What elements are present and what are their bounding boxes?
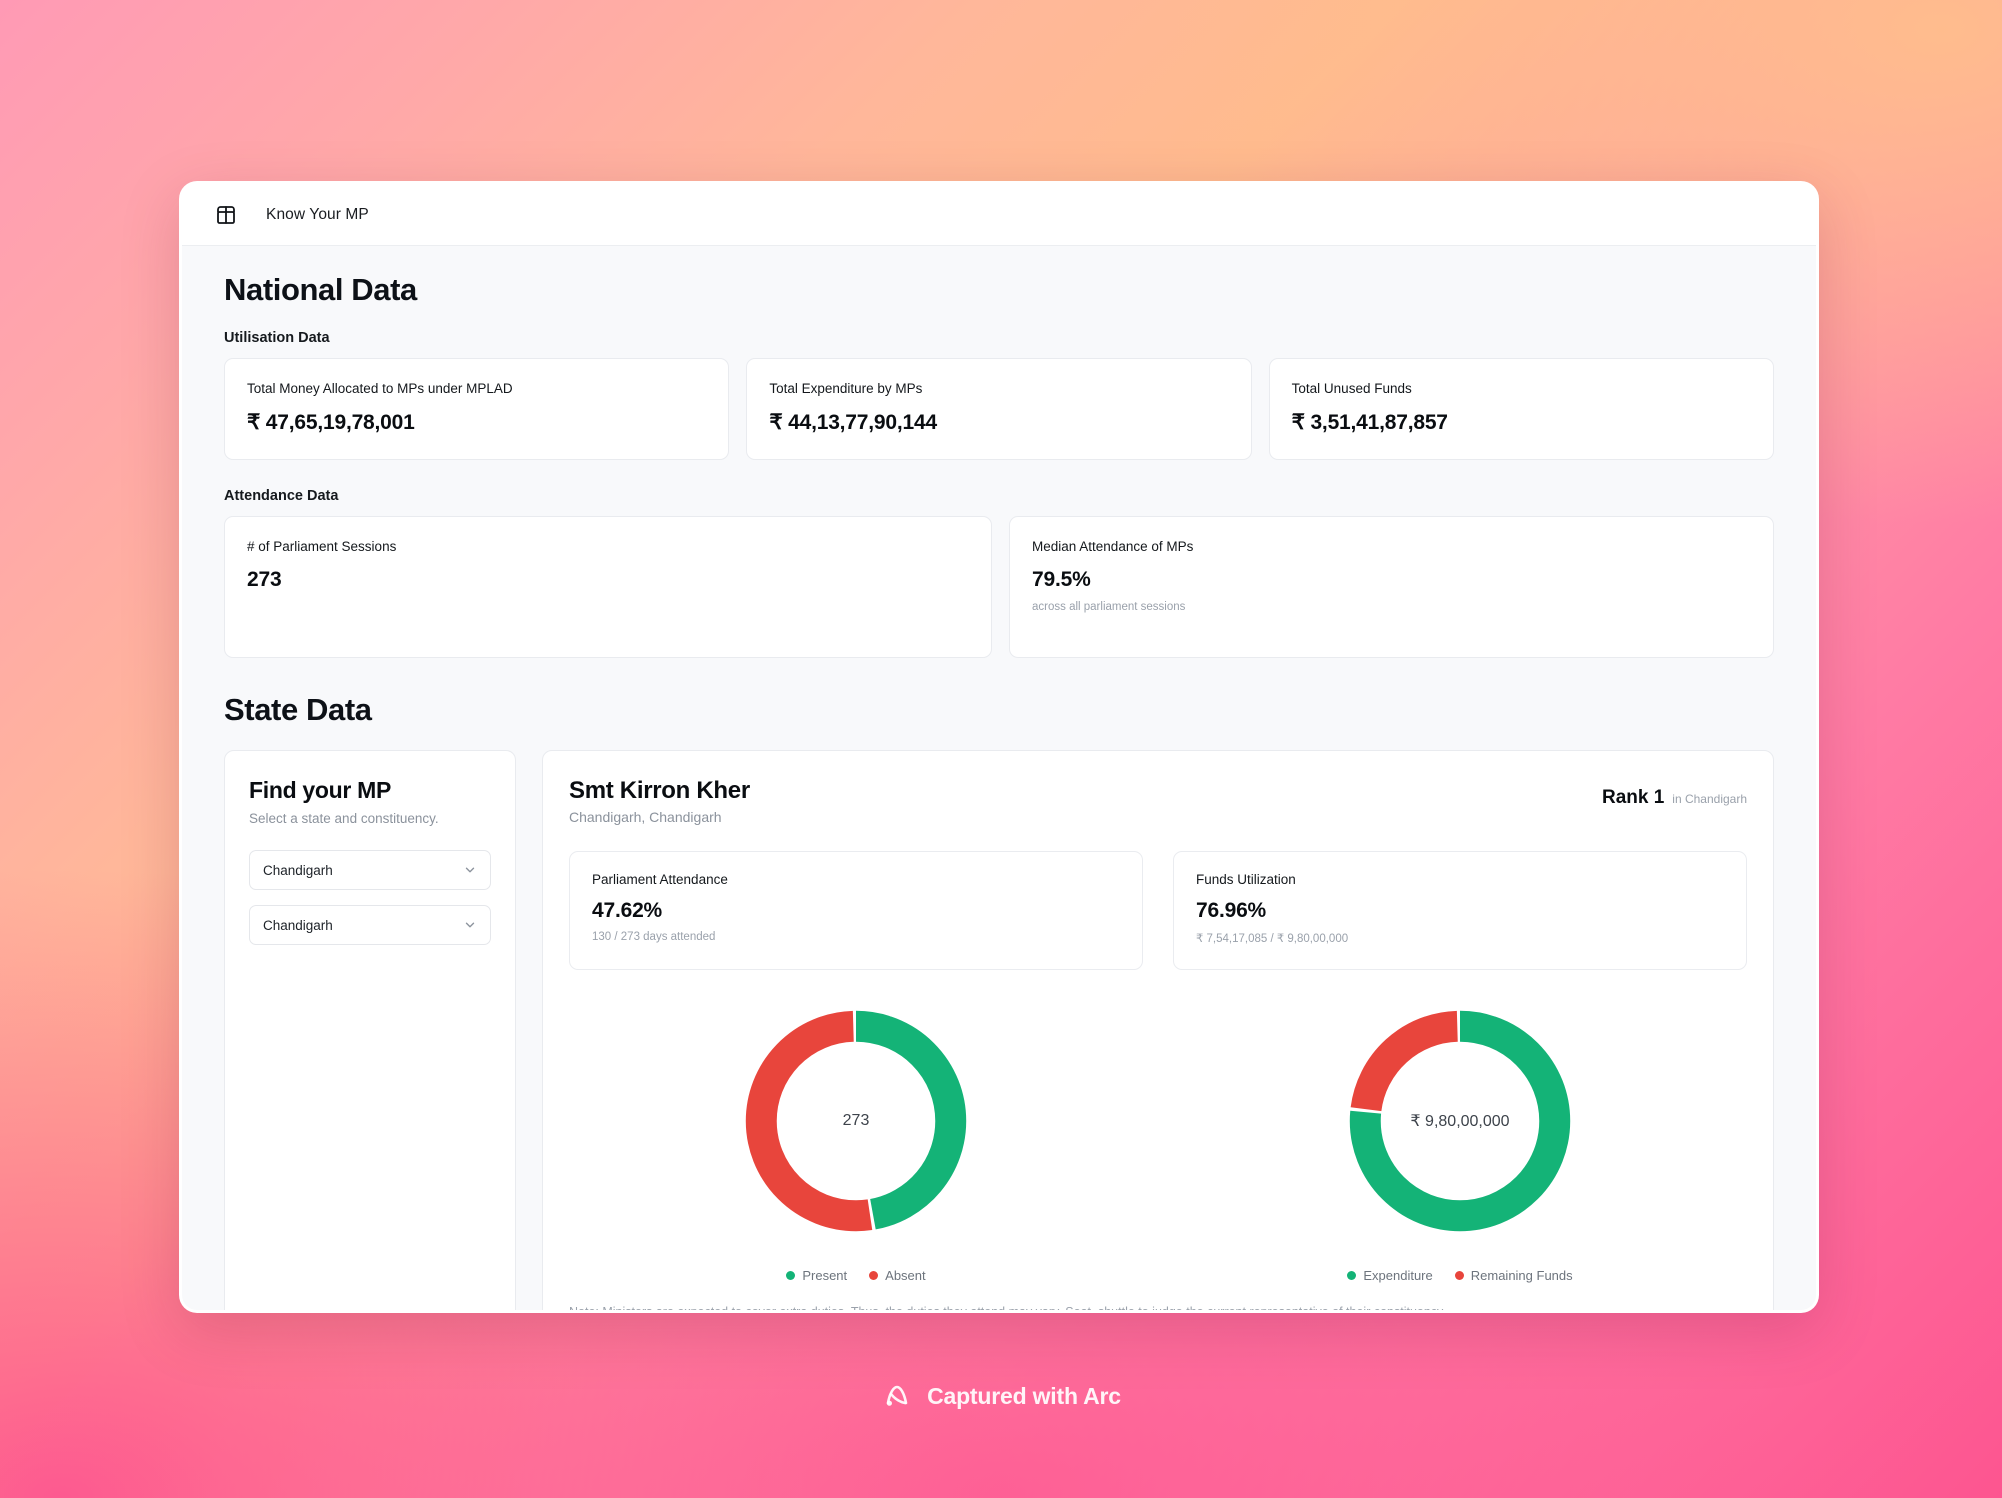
legend-label: Present	[802, 1268, 848, 1283]
stat-card-unused-funds: Total Unused Funds ₹ 3,51,41,87,857	[1268, 358, 1774, 460]
attendance-legend: Present Absent	[786, 1268, 926, 1283]
stat-value: ₹ 47,65,19,78,001	[247, 411, 415, 434]
legend-color-dot	[1454, 1271, 1464, 1280]
legend-item-absent[interactable]: Absent	[869, 1268, 926, 1283]
stat-subtext: across all parliament sessions	[1032, 601, 1186, 613]
page-content: National Data Utilisation Data Total Mon…	[182, 246, 1816, 1310]
stat-label: Total Expenditure by MPs	[769, 381, 923, 396]
chevron-down-icon	[463, 918, 477, 932]
stat-value: ₹ 3,51,41,87,857	[1291, 411, 1448, 434]
mp-location: Chandigarh, Chandigarh	[569, 809, 722, 825]
legend-item-expenditure[interactable]: Expenditure	[1347, 1268, 1433, 1283]
funds-donut-center-label: ₹ 9,80,00,000	[1410, 1113, 1510, 1130]
legend-color-dot	[786, 1271, 796, 1280]
stat-card-parliament-sessions: # of Parliament Sessions 273	[224, 516, 992, 658]
mp-card-label: Funds Utilization	[1196, 872, 1296, 887]
mp-card-attendance: Parliament Attendance 47.62% 130 / 273 d…	[569, 851, 1143, 970]
constituency-select[interactable]: Chandigarh	[249, 905, 491, 945]
funds-chart: ₹ 9,80,00,000 Expenditure Remaining Fund…	[1173, 996, 1747, 1283]
utilisation-data-label: Utilisation Data	[224, 330, 330, 346]
mp-rank-badge: Rank 1 in Chandigarh	[1602, 777, 1747, 809]
find-your-mp-panel: Find your MP Select a state and constitu…	[224, 750, 516, 1310]
find-your-mp-title: Find your MP	[249, 777, 392, 803]
stat-card-median-attendance: Median Attendance of MPs 79.5% across al…	[1009, 516, 1774, 658]
attendance-cards-row: # of Parliament Sessions 273 Median Atte…	[224, 516, 1774, 658]
legend-label: Remaining Funds	[1470, 1268, 1573, 1283]
stat-value: 273	[247, 568, 282, 591]
stat-label: Total Unused Funds	[1291, 381, 1412, 396]
legend-label: Expenditure	[1363, 1268, 1433, 1283]
stat-card-allocated: Total Money Allocated to MPs under MPLAD…	[224, 358, 730, 460]
package-box-icon	[214, 203, 238, 227]
constituency-select-value: Chandigarh	[263, 917, 333, 933]
arc-watermark-text: Captured with Arc	[927, 1382, 1121, 1409]
state-select[interactable]: Chandigarh	[249, 850, 491, 890]
donut-charts-row: 273 Present Absent ₹ 9,80,00,000 Expendi…	[569, 996, 1747, 1283]
mp-card-label: Parliament Attendance	[592, 872, 728, 887]
legend-item-remaining[interactable]: Remaining Funds	[1454, 1268, 1573, 1283]
legend-color-dot	[869, 1271, 879, 1280]
funds-donut: ₹ 9,80,00,000	[1335, 996, 1585, 1246]
attendance-donut: 273	[731, 996, 981, 1246]
mp-note: Note: Ministers are expected to cover ex…	[569, 1303, 1747, 1310]
stat-label: # of Parliament Sessions	[247, 539, 397, 554]
stat-label: Total Money Allocated to MPs under MPLAD	[247, 381, 513, 396]
browser-window: Know Your MP National Data Utilisation D…	[179, 181, 1819, 1313]
stat-value: 79.5%	[1032, 568, 1091, 591]
mp-detail-panel: Smt Kirron Kher Chandigarh, Chandigarh R…	[542, 750, 1774, 1310]
mp-card-subtext: ₹ 7,54,17,085 / ₹ 9,80,00,000	[1196, 933, 1349, 945]
stat-value: ₹ 44,13,77,90,144	[769, 411, 937, 434]
attendance-chart: 273 Present Absent	[569, 996, 1143, 1283]
arc-watermark: Captured with Arc	[0, 1380, 2002, 1412]
window-titlebar: Know Your MP	[182, 184, 1816, 246]
mp-stat-cards: Parliament Attendance 47.62% 130 / 273 d…	[569, 851, 1747, 970]
mp-card-value: 47.62%	[592, 899, 663, 922]
find-your-mp-subtitle: Select a state and constituency.	[249, 811, 439, 826]
stat-label: Median Attendance of MPs	[1032, 539, 1194, 554]
stat-card-expenditure: Total Expenditure by MPs ₹ 44,13,77,90,1…	[746, 358, 1252, 460]
arc-logo-icon	[881, 1380, 913, 1412]
mp-rank-scope: in Chandigarh	[1672, 792, 1747, 806]
mp-header: Smt Kirron Kher Chandigarh, Chandigarh R…	[569, 777, 1747, 825]
legend-item-present[interactable]: Present	[786, 1268, 847, 1283]
state-data-row: Find your MP Select a state and constitu…	[224, 750, 1774, 1310]
funds-legend: Expenditure Remaining Funds	[1347, 1268, 1573, 1283]
national-data-heading: National Data	[224, 272, 417, 307]
state-data-heading: State Data	[224, 692, 372, 727]
attendance-data-label: Attendance Data	[224, 488, 339, 504]
mp-identity: Smt Kirron Kher Chandigarh, Chandigarh	[569, 777, 750, 825]
chevron-down-icon	[463, 863, 477, 877]
mp-card-value: 76.96%	[1196, 899, 1267, 922]
state-select-value: Chandigarh	[263, 862, 333, 878]
mp-rank-value: Rank 1	[1601, 787, 1665, 808]
legend-label: Absent	[885, 1268, 926, 1283]
attendance-donut-center-label: 273	[842, 1112, 870, 1129]
mp-card-funds: Funds Utilization 76.96% ₹ 7,54,17,085 /…	[1173, 851, 1747, 970]
mp-name: Smt Kirron Kher	[569, 777, 750, 804]
mp-card-subtext: 130 / 273 days attended	[592, 931, 716, 943]
legend-color-dot	[1347, 1271, 1357, 1280]
window-title: Know Your MP	[266, 205, 369, 223]
utilisation-cards-row: Total Money Allocated to MPs under MPLAD…	[224, 358, 1774, 460]
